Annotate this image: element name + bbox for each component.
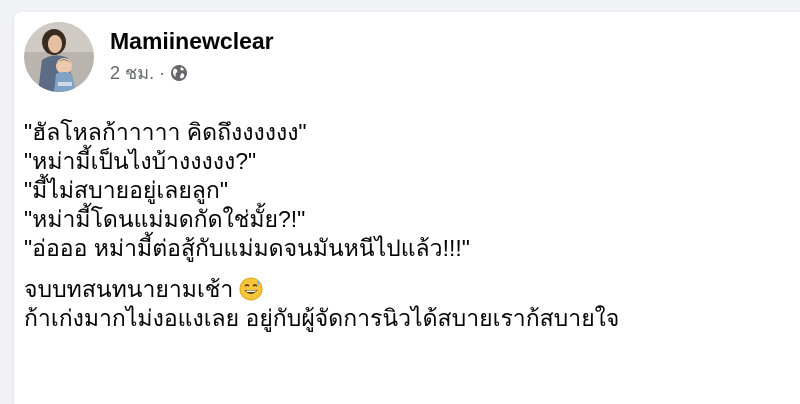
closing-line: ก้าเก่งมากไม่งอแงเลย อยู่กับผู้จัดการนิว… (24, 305, 620, 331)
post-line: "มี้ไม่สบายอยู่เลยลูก" (24, 177, 228, 203)
grinning-sweat-emoji-icon (239, 277, 263, 301)
feed-background (0, 0, 800, 12)
post-body: "ฮัลโหลก้าาาาา คิดถึงงงงงง" "หม่ามี้เป็น… (24, 118, 774, 333)
post-meta: Mamiinewclear 2 ชม. · (110, 22, 274, 84)
post-timestamp[interactable]: 2 ชม. (110, 62, 154, 84)
post-line: "ฮัลโหลก้าาาาา คิดถึงงงงงง" (24, 119, 307, 145)
post-header: Mamiinewclear 2 ชม. · (24, 22, 274, 92)
post-line: "หม่ามี้โดนแม่มดกัดใช่มั้ย?!" (24, 206, 306, 232)
separator-dot: · (159, 63, 166, 83)
globe-icon[interactable] (170, 64, 188, 82)
closing-text: จบบทสนทนายามเช้า (24, 276, 234, 302)
avatar-photo (24, 22, 94, 92)
closing-line: จบบทสนทนายามเช้า (24, 275, 774, 304)
post-subline: 2 ชม. · (110, 62, 274, 84)
author-name[interactable]: Mamiinewclear (110, 26, 274, 56)
avatar[interactable] (24, 22, 94, 92)
post-line: "หม่ามี้เป็นไงบ้างงงงง?" (24, 148, 257, 174)
post-line: "อ่อออ หม่ามี้ต่อสู้กับแม่มดจนมันหนีไปแล… (24, 235, 470, 261)
